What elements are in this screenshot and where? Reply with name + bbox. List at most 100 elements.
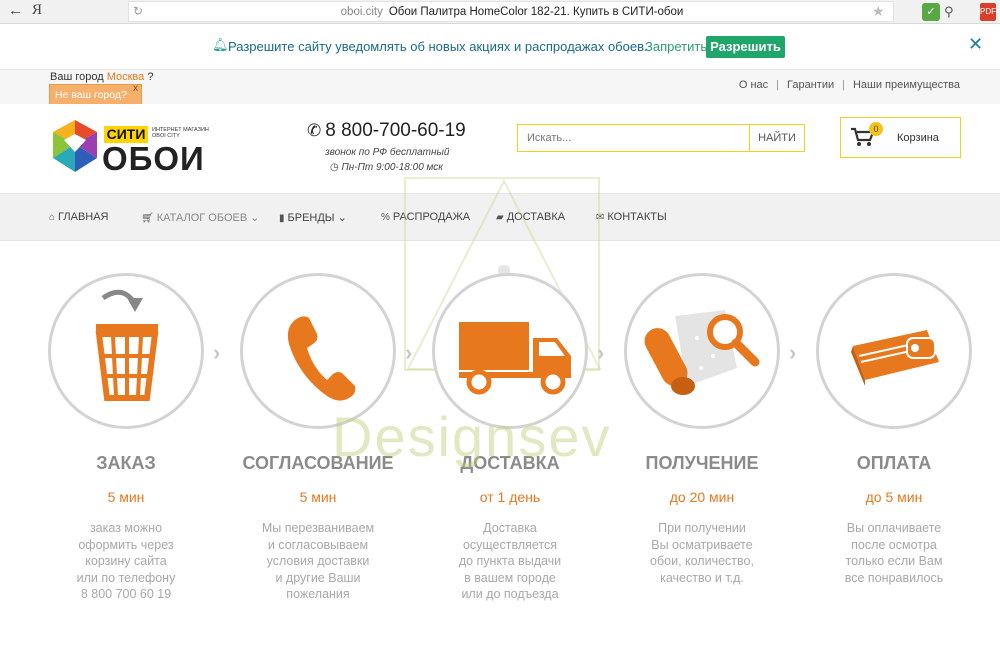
logo-tagline-line2: OBOI CITY xyxy=(152,133,180,139)
desc-line: и согласовываем xyxy=(267,537,369,552)
step-description: заказ можно оформить через корзину сайта… xyxy=(28,520,224,603)
desc-line: или по телефону xyxy=(76,570,176,585)
extension-shield-icon[interactable]: ✓ xyxy=(922,3,940,21)
deny-notifications-link[interactable]: Запретить xyxy=(645,39,707,54)
cart-button[interactable]: 0 Корзина xyxy=(840,117,961,158)
step-arrow-icon: › xyxy=(597,340,605,365)
chevron-down-icon: ⌄ xyxy=(250,212,260,224)
step-description: Мы перезваниваем и согласовываем условия… xyxy=(220,520,416,603)
logo-oboi-text: ОБОИ xyxy=(102,140,205,177)
desc-line: или до подъезда xyxy=(461,587,559,601)
back-arrow-icon[interactable]: ← xyxy=(8,2,23,19)
desc-line: осуществляется xyxy=(462,537,558,552)
address-bar[interactable]: oboi.city Обои Палитра HomeColor 182-21. … xyxy=(128,1,894,22)
step-time: до 5 мин xyxy=(865,489,923,505)
phone-icon: ✆ xyxy=(307,121,322,140)
nav-item-home[interactable]: ⌂ ГЛАВНАЯ xyxy=(49,211,109,223)
desc-line: оформить через xyxy=(78,537,174,552)
step-circle xyxy=(48,273,204,429)
city-name-link[interactable]: Москва xyxy=(107,71,145,83)
cart-label: Корзина xyxy=(897,132,939,144)
address-text: oboi.city Обои Палитра HomeColor 182-21. … xyxy=(129,6,895,18)
bookmark-star-icon[interactable]: ★ xyxy=(872,3,885,20)
logo-tagline: ИНТЕРНЕТ МАГАЗИН OBOI CITY xyxy=(152,127,209,139)
nav-item-contacts[interactable]: ✉ КОНТАКТЫ xyxy=(596,211,667,223)
desc-line: только если Вам xyxy=(845,554,943,568)
top-line: Ваш город Москва ? Не ваш город? x О нас… xyxy=(0,70,1000,105)
desc-line: в вашем городе xyxy=(464,570,556,585)
cart-count-badge: 0 xyxy=(869,122,883,136)
separator: | xyxy=(776,79,780,91)
working-hours: ◷ Пн-Пт 9:00-18:00 мск xyxy=(330,162,443,173)
step-title: ЗАКАЗ xyxy=(96,453,156,473)
cart-small-icon: 🛒︎ xyxy=(141,213,154,224)
desc-line: после осмотра xyxy=(851,537,937,552)
step-arrow-icon: › xyxy=(213,340,221,365)
nav-item-brands[interactable]: ▮ БРЕНДЫ ⌄ xyxy=(279,211,347,224)
not-city-close-icon[interactable]: x xyxy=(133,83,138,94)
clock-icon: ◷ xyxy=(330,162,339,173)
step-time: до 20 мин xyxy=(669,489,735,505)
percent-icon: % xyxy=(381,212,390,223)
city-suffix: ? xyxy=(147,71,154,83)
site-logo[interactable]: СИТИ ИНТЕРНЕТ МАГАЗИН OBOI CITY ОБОИ xyxy=(50,118,230,177)
desc-line: Мы перезваниваем xyxy=(261,521,375,535)
reload-icon[interactable]: ↻ xyxy=(133,4,143,18)
step-circle xyxy=(816,273,972,429)
desc-line: Вы оплачиваете xyxy=(846,521,942,535)
desc-line: заказ можно xyxy=(89,521,163,535)
step-time: 5 мин xyxy=(299,489,337,505)
browser-toolbar: ← Я oboi.city Обои Палитра HomeColor 182-… xyxy=(0,0,1000,24)
close-icon[interactable]: ✕ xyxy=(968,34,983,55)
extension-pdf-icon[interactable]: PDF xyxy=(980,3,996,21)
working-hours-text: Пн-Пт 9:00-18:00 мск xyxy=(341,162,444,173)
link-advantages[interactable]: Наши преимущества xyxy=(853,79,960,91)
nav-item-catalog[interactable]: 🛒︎ КАТАЛОГ ОБОЕВ ⌄ xyxy=(141,211,259,224)
notification-message: Разрешите сайту уведомлять об новых акци… xyxy=(228,39,648,54)
extension-search-icon[interactable]: ⚲ xyxy=(944,3,960,21)
desc-line: и другие Ваши xyxy=(275,570,361,585)
logo-cube-icon xyxy=(53,120,97,172)
city-prefix: Ваш город xyxy=(50,71,104,83)
step-description: При получении Вы осматриваете обои, коли… xyxy=(604,520,800,586)
desc-line: все понравилось xyxy=(844,570,944,585)
desc-line: корзину сайта xyxy=(85,554,167,568)
search-button[interactable]: НАЙТИ xyxy=(749,125,804,151)
step-time: от 1 день xyxy=(479,489,541,505)
desc-line: Доставка xyxy=(483,521,537,535)
chart-icon: ▮ xyxy=(279,213,285,224)
desc-line: качество и т.д. xyxy=(660,570,744,585)
phone-note: звонок по РФ бесплатный xyxy=(325,147,450,158)
desc-line: до пункта выдачи xyxy=(458,554,562,568)
not-your-city-label: Не ваш город? xyxy=(55,89,127,101)
step-time: 5 мин xyxy=(107,489,145,505)
step-title: ПОЛУЧЕНИЕ xyxy=(645,453,759,473)
search-form: НАЙТИ xyxy=(517,124,805,152)
nav-item-label: КАТАЛОГ ОБОЕВ xyxy=(156,212,248,224)
bell-icon: 🔔︎ xyxy=(212,37,229,52)
search-input[interactable] xyxy=(518,125,748,151)
step-arrow-icon: › xyxy=(405,340,413,365)
desc-line: пожелания xyxy=(286,587,350,601)
nav-item-label: БРЕНДЫ xyxy=(287,212,335,224)
link-guarantees[interactable]: Гарантии xyxy=(787,79,834,91)
chevron-down-icon: ⌄ xyxy=(337,212,347,224)
notification-bar: 🔔︎ Разрешите сайту уведомлять об новых а… xyxy=(0,24,1000,70)
nav-item-label: КОНТАКТЫ xyxy=(607,211,667,223)
desc-line: 8 800 700 60 19 xyxy=(80,587,172,601)
link-about[interactable]: О нас xyxy=(739,79,768,91)
city-selector: Ваш город Москва ? xyxy=(50,71,153,83)
home-icon: ⌂ xyxy=(49,212,56,223)
wallet-icon xyxy=(851,330,939,386)
step-description: Доставка осуществляется до пункта выдачи… xyxy=(412,520,608,603)
yandex-logo-icon[interactable]: Я xyxy=(32,2,42,19)
basket-icon xyxy=(95,289,159,401)
desc-line: Вы осматриваете xyxy=(651,537,753,552)
desc-line: обои, количество, xyxy=(650,554,754,568)
allow-notifications-button[interactable]: Разрешить xyxy=(706,36,785,58)
step-title: ОПЛАТА xyxy=(856,453,932,473)
step-circle xyxy=(624,273,780,429)
not-your-city-button[interactable]: Не ваш город? x xyxy=(49,83,142,105)
phone-number[interactable]: ✆ 8 800-700-60-19 xyxy=(307,120,466,142)
step-arrow-icon: › xyxy=(789,340,797,365)
